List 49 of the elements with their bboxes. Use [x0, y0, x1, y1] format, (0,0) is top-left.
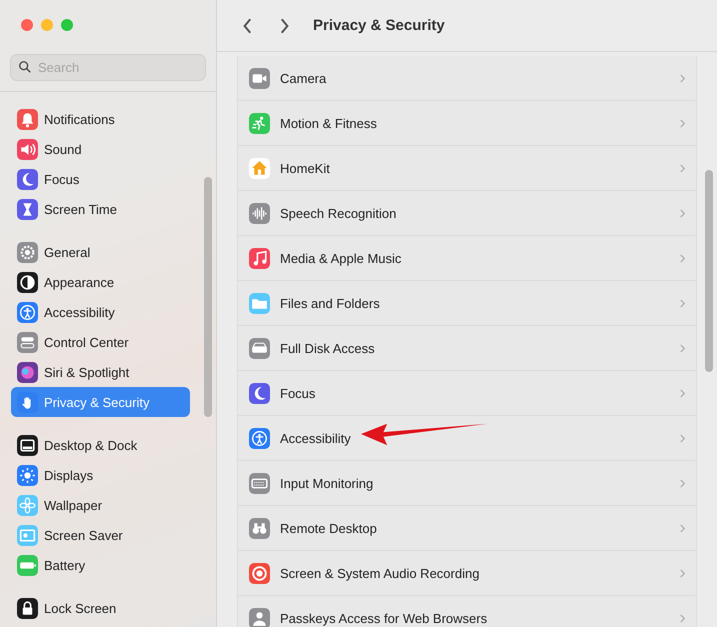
sidebar-item[interactable]: Privacy & Security	[11, 387, 190, 417]
sidebar-item[interactable]: General	[11, 237, 190, 267]
chevron-icon	[679, 432, 686, 444]
sidebar-item[interactable]: Desktop & Dock	[11, 430, 190, 460]
chevron-icon	[679, 522, 686, 534]
chevron-icon	[679, 388, 686, 398]
settings-row[interactable]: Motion & Fitness	[238, 101, 696, 146]
sidebar-item[interactable]: Wallpaper	[11, 490, 190, 520]
sidebar-item[interactable]: Focus	[11, 164, 190, 194]
sidebar-item[interactable]: Appearance	[11, 267, 190, 297]
chevron-icon	[679, 72, 686, 84]
chevron-icon	[679, 252, 686, 264]
sidebar-item[interactable]: Lock Screen	[11, 593, 190, 623]
settings-row[interactable]: Screen & System Audio Recording	[238, 551, 696, 596]
settings-row[interactable]: HomeKit	[238, 146, 696, 191]
chevron-icon	[679, 612, 686, 624]
sidebar-item[interactable]: Battery	[11, 550, 190, 580]
settings-row[interactable]: Camera	[238, 56, 696, 101]
sidebar-item[interactable]: Siri & Spotlight	[11, 357, 190, 387]
sidebar-item[interactable]: Control Center	[11, 327, 190, 357]
settings-row[interactable]: Passkeys Access for Web Browsers	[238, 596, 696, 627]
sidebar-item[interactable]: Sound	[11, 134, 190, 164]
chevron-icon	[679, 342, 686, 354]
search-field[interactable]: Search	[10, 54, 206, 81]
search-icon	[18, 60, 32, 74]
chevron-icon	[679, 118, 686, 128]
settings-row[interactable]: Full Disk Access	[238, 326, 696, 371]
scrollbar[interactable]	[705, 170, 713, 372]
chevron-icon	[679, 162, 686, 174]
chevron-icon	[679, 568, 686, 578]
settings-row[interactable]: Remote Desktop	[238, 506, 696, 551]
settings-row[interactable]: Input Monitoring	[238, 461, 696, 506]
sidebar-item[interactable]: Screen Saver	[11, 520, 190, 550]
page-title: Privacy & Security	[313, 17, 445, 34]
minimize-button[interactable]	[41, 19, 53, 31]
sidebar-item[interactable]: Accessibility	[11, 297, 190, 327]
settings-row[interactable]: Speech Recognition	[238, 191, 696, 236]
chevron-icon	[679, 478, 686, 488]
settings-row[interactable]: Media & Apple Music	[238, 236, 696, 281]
chevron-icon	[679, 298, 686, 308]
settings-row[interactable]: Focus	[238, 371, 696, 416]
sidebar-item[interactable]: Screen Time	[11, 194, 190, 224]
scrollbar[interactable]	[204, 177, 212, 417]
sidebar-item[interactable]: Displays	[11, 460, 190, 490]
close-button[interactable]	[21, 19, 33, 31]
chevron-icon	[679, 208, 686, 218]
settings-row[interactable]: Files and Folders	[238, 281, 696, 326]
sidebar-item[interactable]: Notifications	[11, 104, 190, 134]
zoom-button[interactable]	[61, 19, 73, 31]
